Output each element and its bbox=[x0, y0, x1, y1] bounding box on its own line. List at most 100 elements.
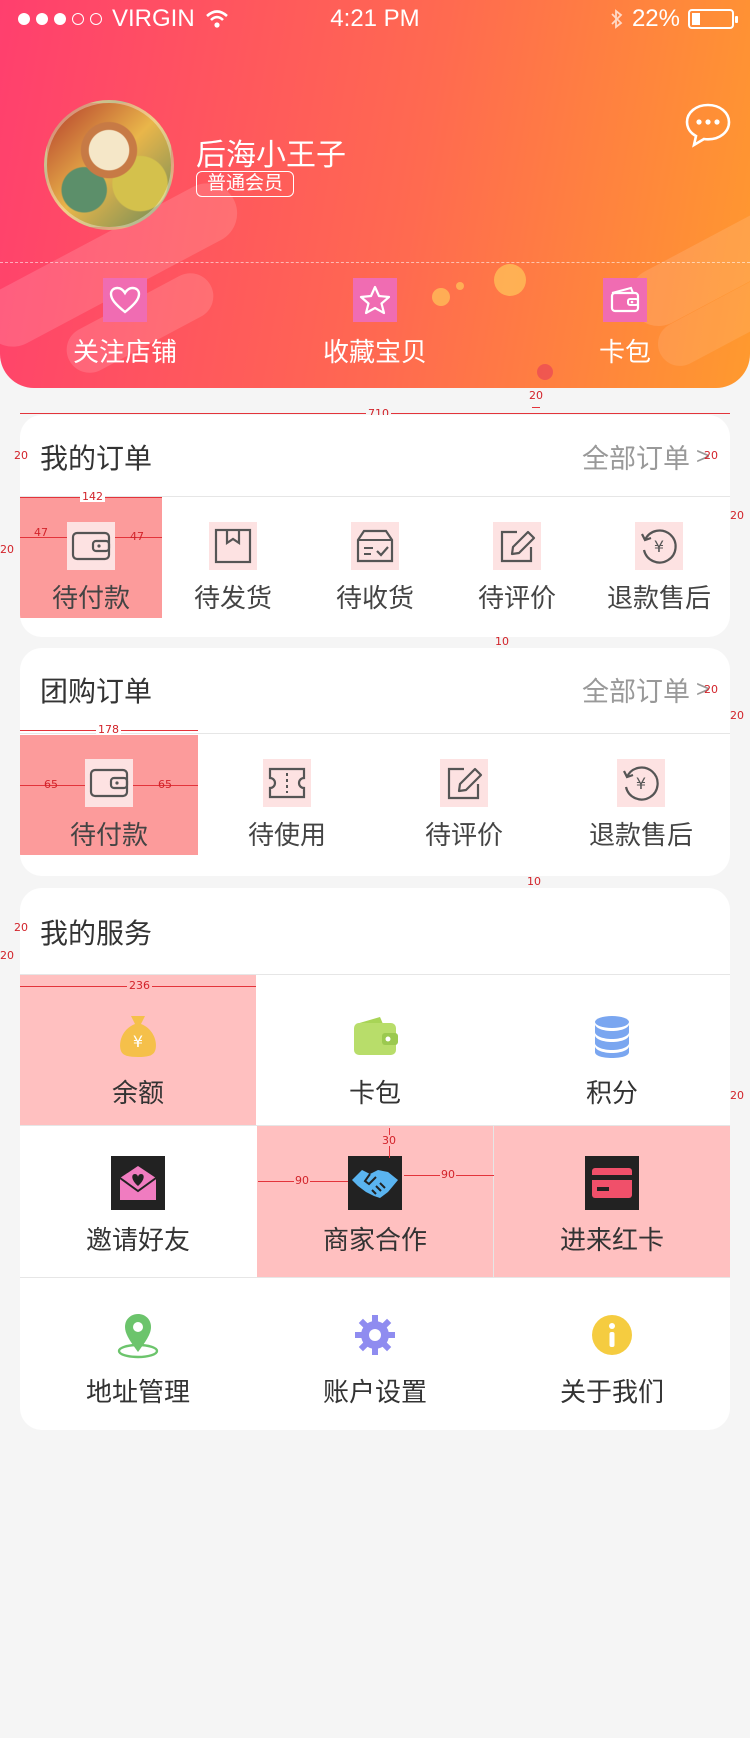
group-refund-aftersale[interactable]: ¥ 退款售后 bbox=[552, 735, 730, 855]
battery-icon bbox=[688, 9, 738, 29]
service-points[interactable]: 积分 bbox=[494, 975, 730, 1125]
services-card: 我的服务 ¥ 余额 卡包 积分 邀请好友 商家合作 进来红卡 地址管理 账户设置… bbox=[20, 888, 730, 1430]
width-annotation: 236 bbox=[127, 979, 152, 992]
order-status-label: 待评价 bbox=[424, 820, 503, 850]
service-label: 余额 bbox=[111, 1078, 164, 1108]
red-card-icon bbox=[585, 1156, 639, 1210]
spacing-annotation: 20 bbox=[0, 543, 14, 556]
handshake-icon bbox=[348, 1156, 402, 1210]
order-pending-shipment[interactable]: 待发货 bbox=[162, 498, 304, 618]
group-orders-card: 团购订单 全部订单 > 待付款 待使用 待评价 ¥ 退款售后 bbox=[20, 648, 730, 876]
quick-action-follow-store[interactable]: 关注店铺 bbox=[0, 278, 250, 369]
spacing-annotation: 65 bbox=[158, 778, 172, 791]
my-orders-card: 我的订单 全部订单 > 待付款 待发货 待收货 待评价 ¥ 退款售后 bbox=[20, 415, 730, 637]
header-divider bbox=[0, 262, 750, 263]
spacing-annotation: 20 bbox=[0, 949, 14, 962]
service-account-settings[interactable]: 账户设置 bbox=[257, 1278, 493, 1428]
avatar[interactable] bbox=[44, 100, 174, 230]
service-label: 积分 bbox=[585, 1078, 638, 1108]
quick-action-label: 收藏宝贝 bbox=[322, 337, 427, 367]
svg-text:¥: ¥ bbox=[654, 537, 664, 556]
order-status-label: 待收货 bbox=[335, 583, 414, 613]
spacing-annotation: 65 bbox=[44, 778, 58, 791]
spacing-annotation: 90 bbox=[440, 1168, 456, 1181]
service-balance[interactable]: ¥ 余额 bbox=[20, 975, 256, 1125]
all-orders-link[interactable]: 全部订单 > bbox=[582, 437, 710, 476]
quick-action-label: 卡包 bbox=[598, 337, 651, 367]
profile-header: VIRGIN 4:21 PM 22% 后海小王子 普通会员 关注店铺 收藏宝贝 … bbox=[0, 0, 750, 388]
invite-letter-icon bbox=[111, 1156, 165, 1210]
money-bag-icon: ¥ bbox=[111, 1009, 165, 1063]
service-business-cooperation[interactable]: 商家合作 bbox=[257, 1126, 493, 1277]
edit-icon bbox=[493, 522, 541, 570]
wallet-icon bbox=[348, 1009, 402, 1063]
spacing-annotation: 20 bbox=[14, 449, 28, 462]
spacing-annotation: 20 bbox=[14, 921, 28, 934]
username: 后海小王子 bbox=[196, 139, 346, 172]
order-pending-payment[interactable]: 待付款 bbox=[20, 498, 162, 618]
delivery-check-icon bbox=[351, 522, 399, 570]
quick-action-favorites[interactable]: 收藏宝贝 bbox=[250, 278, 500, 369]
edit-icon bbox=[440, 759, 488, 807]
service-red-card[interactable]: 进来红卡 bbox=[494, 1126, 730, 1277]
status-bar: VIRGIN 4:21 PM 22% bbox=[0, 0, 750, 38]
group-orders-title: 团购订单 bbox=[40, 676, 153, 707]
coins-stack-icon bbox=[585, 1009, 639, 1063]
info-icon bbox=[585, 1308, 639, 1362]
spacing-annotation: 20 bbox=[529, 389, 543, 402]
width-annotation: 142 bbox=[80, 490, 105, 503]
svg-text:¥: ¥ bbox=[133, 1032, 143, 1051]
order-status-label: 待使用 bbox=[247, 820, 326, 850]
order-status-label: 待付款 bbox=[51, 583, 130, 613]
group-pending-review[interactable]: 待评价 bbox=[376, 735, 552, 855]
group-pending-use[interactable]: 待使用 bbox=[198, 735, 376, 855]
order-status-label: 退款售后 bbox=[606, 583, 711, 613]
all-orders-label: 全部订单 bbox=[581, 677, 690, 707]
service-invite-friends[interactable]: 邀请好友 bbox=[20, 1126, 256, 1277]
star-icon bbox=[353, 278, 397, 322]
order-status-label: 待评价 bbox=[477, 583, 556, 613]
service-label: 邀请好友 bbox=[85, 1225, 190, 1255]
spacing-annotation: 20 bbox=[730, 709, 744, 722]
grid-divider bbox=[493, 1126, 494, 1277]
order-pending-review[interactable]: 待评价 bbox=[446, 498, 588, 618]
wallet-icon bbox=[67, 522, 115, 570]
spacing-annotation: 20 bbox=[730, 509, 744, 522]
order-refund-aftersale[interactable]: ¥ 退款售后 bbox=[588, 498, 730, 618]
quick-action-card-wallet[interactable]: 卡包 bbox=[500, 278, 750, 369]
wallet-icon bbox=[85, 759, 133, 807]
order-status-label: 退款售后 bbox=[588, 820, 693, 850]
group-pending-payment[interactable]: 待付款 bbox=[20, 735, 198, 855]
services-title: 我的服务 bbox=[40, 918, 153, 949]
spacing-annotation: 47 bbox=[34, 526, 48, 539]
svg-text:¥: ¥ bbox=[636, 774, 646, 793]
service-label: 商家合作 bbox=[322, 1225, 427, 1255]
order-status-label: 待发货 bbox=[193, 583, 272, 613]
spacing-annotation: 30 bbox=[382, 1134, 396, 1147]
service-label: 关于我们 bbox=[559, 1377, 664, 1407]
message-icon[interactable] bbox=[684, 100, 732, 148]
service-about-us[interactable]: 关于我们 bbox=[494, 1278, 730, 1428]
width-annotation: 178 bbox=[96, 723, 121, 736]
refund-icon: ¥ bbox=[617, 759, 665, 807]
order-pending-receipt[interactable]: 待收货 bbox=[304, 498, 446, 618]
all-orders-label: 全部订单 bbox=[581, 444, 690, 474]
annotation-tick bbox=[532, 407, 540, 408]
spacing-annotation: 20 bbox=[704, 683, 718, 696]
ticket-icon bbox=[263, 759, 311, 807]
wallet-icon bbox=[603, 278, 647, 322]
battery-percent: 22% bbox=[631, 5, 680, 32]
service-card-wallet[interactable]: 卡包 bbox=[257, 975, 493, 1125]
spacing-annotation: 20 bbox=[704, 449, 718, 462]
bluetooth-icon bbox=[611, 9, 623, 29]
service-label: 进来红卡 bbox=[559, 1225, 664, 1255]
quick-action-label: 关注店铺 bbox=[72, 337, 177, 367]
spacing-annotation: 10 bbox=[527, 875, 541, 888]
service-label: 卡包 bbox=[348, 1078, 401, 1108]
all-group-orders-link[interactable]: 全部订单 > bbox=[582, 670, 710, 709]
service-address-management[interactable]: 地址管理 bbox=[20, 1278, 256, 1428]
service-label: 地址管理 bbox=[85, 1377, 190, 1407]
spacing-annotation: 10 bbox=[495, 635, 509, 648]
service-label: 账户设置 bbox=[322, 1377, 427, 1407]
my-orders-title: 我的订单 bbox=[40, 443, 153, 474]
